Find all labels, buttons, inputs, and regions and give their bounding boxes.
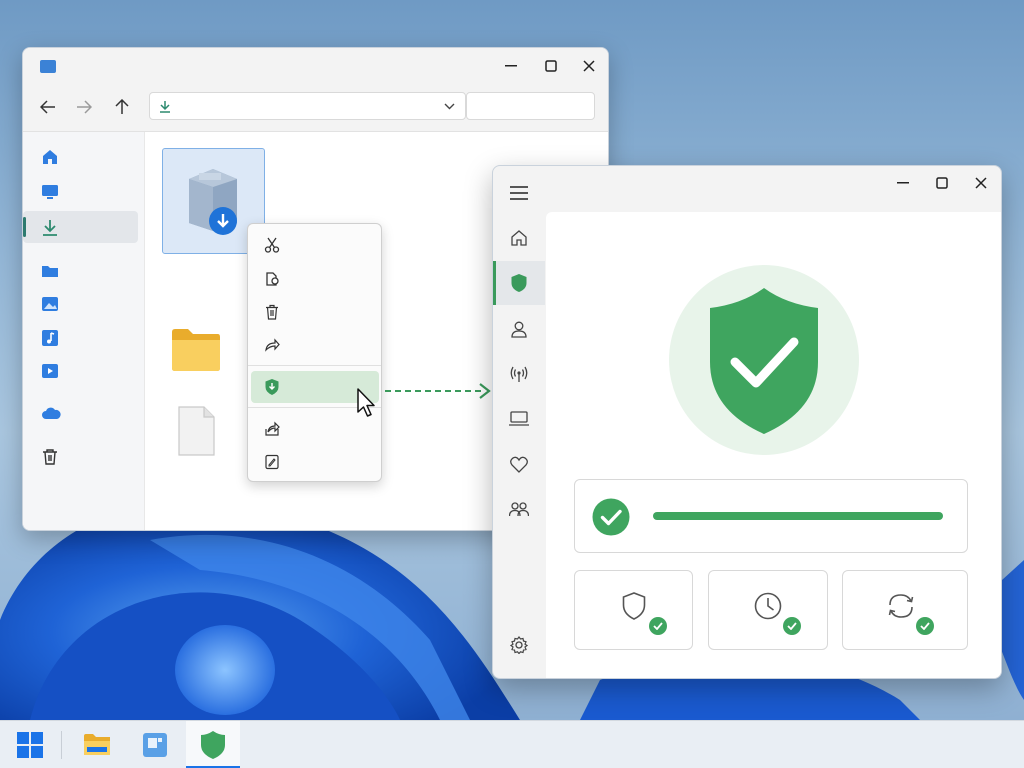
package-installer-icon <box>189 169 237 235</box>
shield-icon <box>511 274 527 292</box>
sidebar-item-desktop[interactable] <box>23 175 138 207</box>
file-explorer-icon <box>84 734 110 755</box>
tile-scheduled-scan[interactable] <box>708 570 828 650</box>
pictures-icon <box>42 297 58 311</box>
taskbar <box>0 720 1024 768</box>
mouse-cursor-icon <box>357 388 375 417</box>
settings-icon <box>510 636 528 654</box>
cloud-icon <box>42 407 61 419</box>
sidebar-item-folder[interactable] <box>23 254 138 286</box>
start-icon <box>17 732 43 758</box>
check-badge-icon <box>916 617 934 635</box>
store-icon <box>143 733 167 757</box>
chevron-down-icon[interactable] <box>444 103 455 110</box>
check-badge-icon <box>783 617 801 635</box>
context-menu-edit[interactable] <box>251 447 379 477</box>
status-progress-bar <box>653 512 943 520</box>
nav-item-account[interactable] <box>493 307 545 351</box>
sidebar-item-onedrive[interactable] <box>23 397 138 429</box>
context-menu-cut[interactable] <box>251 230 379 260</box>
scan-shield-icon <box>265 379 279 395</box>
taskbar-separator <box>61 731 62 759</box>
maximize-button[interactable] <box>544 59 558 73</box>
sidebar-item-recycle-bin[interactable] <box>23 440 138 472</box>
address-bar[interactable] <box>149 92 466 120</box>
downloads-icon <box>160 101 170 113</box>
context-menu <box>247 223 382 482</box>
folder-icon <box>172 329 220 371</box>
minimize-button[interactable] <box>504 59 518 73</box>
explorer-sidebar <box>23 132 145 530</box>
downloads-icon <box>43 220 57 236</box>
close-button[interactable] <box>582 59 596 73</box>
home-icon <box>511 230 527 246</box>
document-icon <box>178 406 215 456</box>
check-circle-icon <box>592 498 630 536</box>
security-icon <box>201 731 225 759</box>
explorer-app-icon <box>40 60 56 73</box>
recycle-bin-icon <box>43 449 57 465</box>
status-card[interactable] <box>574 479 968 553</box>
edit-icon <box>265 454 279 470</box>
context-menu-copy[interactable] <box>251 264 379 294</box>
share-icon <box>265 338 280 352</box>
cut-icon <box>264 237 280 253</box>
context-menu-share[interactable] <box>251 330 379 360</box>
sync-icon <box>888 594 914 618</box>
taskbar-security[interactable] <box>186 721 240 768</box>
forward-button[interactable] <box>73 96 95 118</box>
share-out-icon <box>265 421 280 436</box>
nav-item-health[interactable] <box>493 442 545 486</box>
minimize-button[interactable] <box>896 176 910 190</box>
videos-icon <box>42 364 58 378</box>
account-icon <box>511 321 527 338</box>
network-icon <box>510 366 528 382</box>
document-file-tile[interactable] <box>177 405 217 457</box>
close-button[interactable] <box>974 176 988 190</box>
context-menu-delete[interactable] <box>251 297 379 327</box>
sidebar-item-downloads[interactable] <box>23 211 138 243</box>
clock-icon <box>754 592 782 620</box>
protected-shield-icon <box>669 265 859 455</box>
tile-virus-protection[interactable] <box>574 570 693 650</box>
nav-item-settings[interactable] <box>493 623 545 667</box>
security-main-panel <box>546 212 1001 678</box>
nav-item-protection[interactable] <box>493 261 545 305</box>
security-window <box>492 165 1002 679</box>
home-icon <box>43 150 57 164</box>
device-icon <box>509 411 529 426</box>
nav-item-home[interactable] <box>493 216 545 260</box>
start-button[interactable] <box>4 721 56 768</box>
tile-updates[interactable] <box>842 570 968 650</box>
nav-item-network[interactable] <box>493 352 545 396</box>
check-badge-icon <box>649 617 667 635</box>
family-icon <box>509 502 529 517</box>
explorer-toolbar <box>23 84 608 132</box>
menu-separator <box>248 365 381 366</box>
sidebar-item-videos[interactable] <box>23 354 138 386</box>
maximize-button[interactable] <box>935 176 949 190</box>
taskbar-store[interactable] <box>130 721 180 768</box>
back-button[interactable] <box>37 96 59 118</box>
folder-file-tile[interactable] <box>171 328 223 374</box>
nav-item-family[interactable] <box>493 487 545 531</box>
menu-icon <box>510 186 528 200</box>
shield-icon <box>622 592 646 620</box>
taskbar-file-explorer[interactable] <box>72 721 122 768</box>
sidebar-item-home[interactable] <box>23 140 138 172</box>
delete-icon <box>266 304 278 320</box>
desktop-icon <box>42 185 58 199</box>
sidebar-item-music[interactable] <box>23 321 138 353</box>
dashed-arrow <box>385 383 491 399</box>
explorer-titlebar <box>23 48 608 84</box>
sidebar-item-pictures[interactable] <box>23 287 138 319</box>
copy-icon <box>266 272 279 286</box>
music-icon <box>42 330 58 346</box>
up-button[interactable] <box>111 96 133 118</box>
nav-item-device[interactable] <box>493 397 545 441</box>
folder-icon <box>42 266 58 277</box>
health-icon <box>510 456 528 473</box>
search-input[interactable] <box>466 92 595 120</box>
hamburger-menu-button[interactable] <box>510 186 528 205</box>
